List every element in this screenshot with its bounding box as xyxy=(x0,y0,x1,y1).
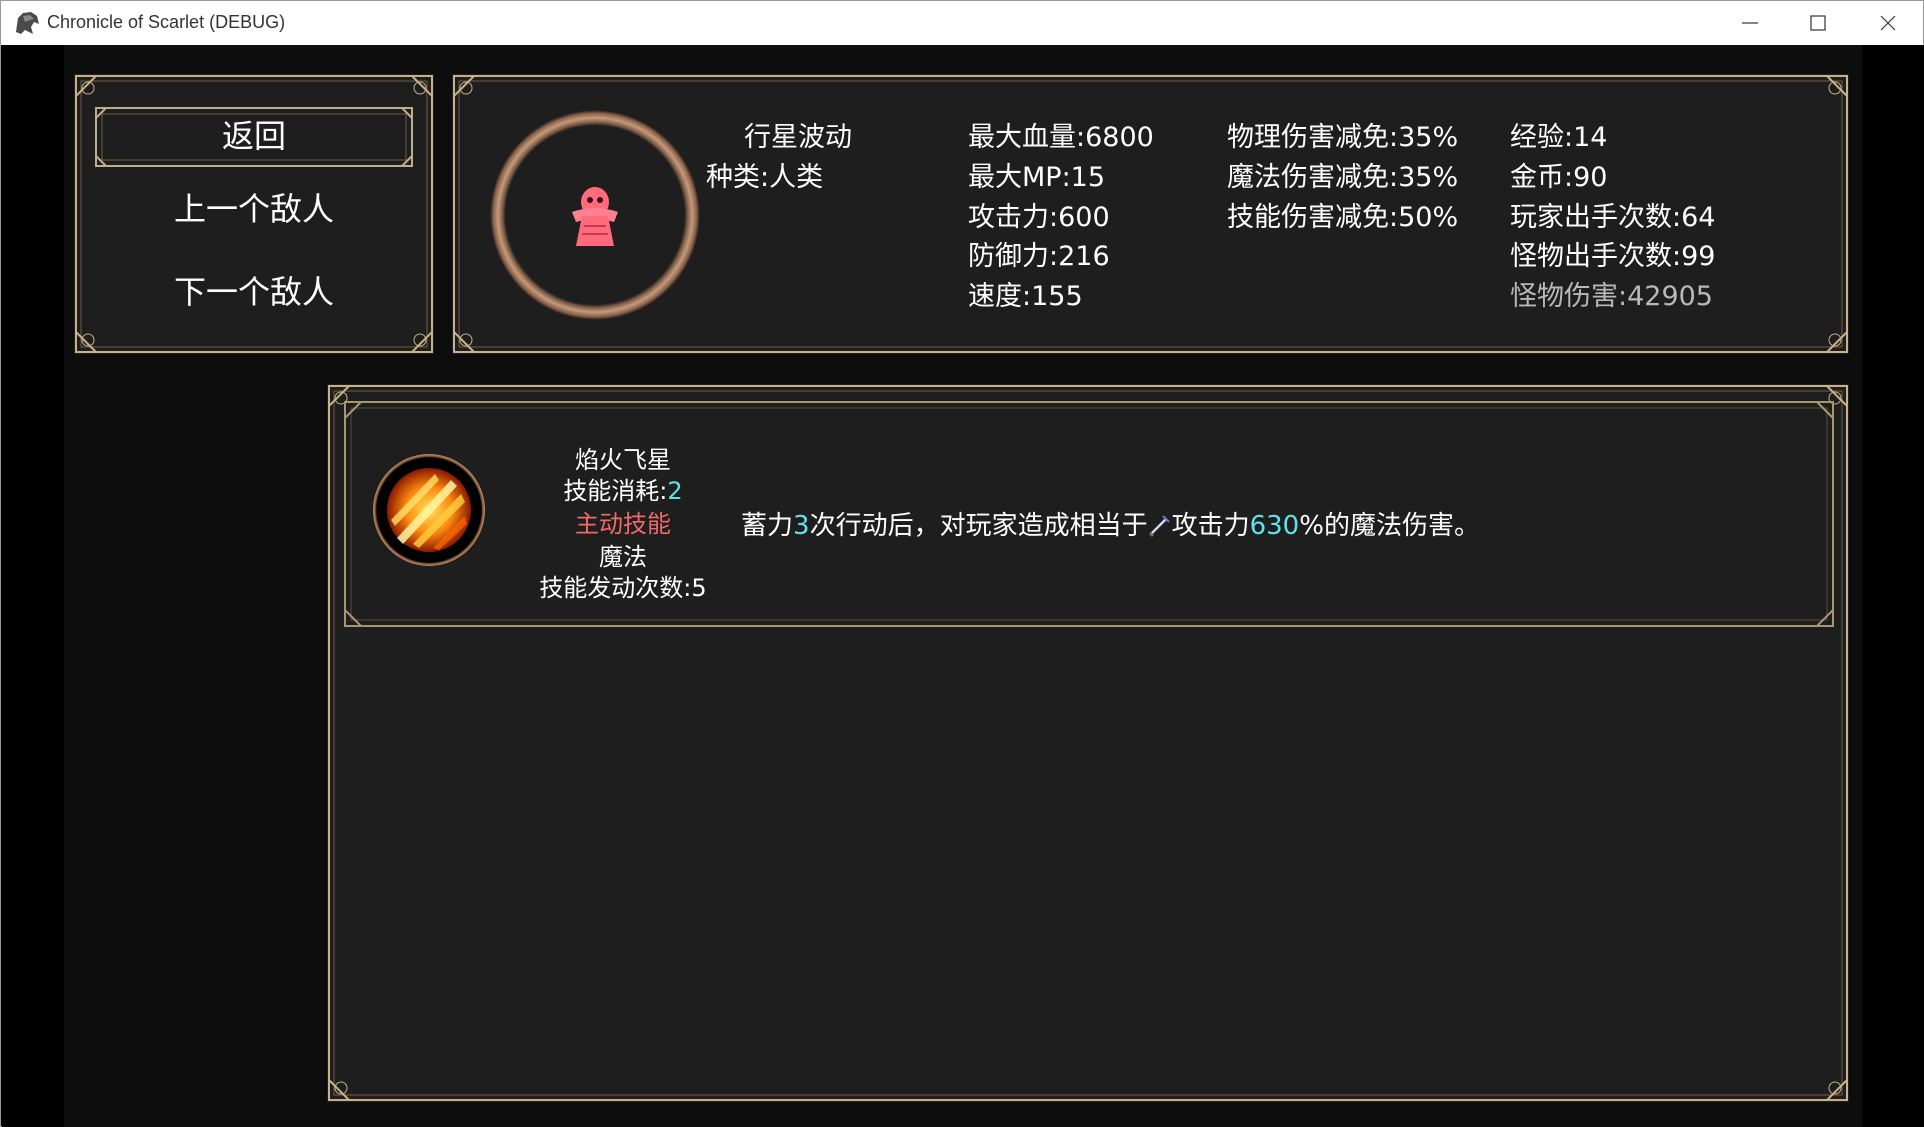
window-title: Chronicle of Scarlet (DEBUG) xyxy=(47,12,286,32)
desc-post: %的魔法伤害。 xyxy=(1299,511,1480,541)
stat-gold: 金币:90 xyxy=(1510,162,1608,193)
stat-max-mp: 最大MP:15 xyxy=(968,162,1106,193)
desc-mid: 次行动后，对玩家造成相当于 xyxy=(809,511,1148,541)
close-button[interactable] xyxy=(1853,1,1923,45)
desc-pre: 蓄力 xyxy=(741,511,794,541)
stat-exp: 经验:14 xyxy=(1510,122,1608,153)
skill-trigger-count: 技能发动次数:5 xyxy=(539,574,707,602)
stat-physical-reduction: 物理伤害减免:35% xyxy=(1227,122,1459,153)
stat-monster-turns: 怪物出手次数:99 xyxy=(1510,241,1716,272)
skill-cost: 技能消耗:2 xyxy=(493,475,753,507)
desc-charge: 3 xyxy=(793,511,810,541)
skill-element: 魔法 xyxy=(599,543,647,571)
desc-percent: 630 xyxy=(1249,511,1300,541)
skill-cost-value: 2 xyxy=(667,477,683,505)
game-window: Chronicle of Scarlet (DEBUG) 返回 上一个敌人 下一… xyxy=(0,0,1924,1127)
app-icon xyxy=(16,12,39,34)
skill-kind: 主动技能 xyxy=(575,510,671,538)
stat-player-turns: 玩家出手次数:64 xyxy=(1510,202,1716,233)
minimize-icon xyxy=(1742,22,1758,24)
minimize-button[interactable] xyxy=(1715,1,1785,45)
enemy-info-panel: 行星波动 种类:人类 最大血量:6800 最大MP:15 攻击力:600 防御力… xyxy=(452,74,1849,354)
next-enemy-button[interactable]: 下一个敌人 xyxy=(74,272,434,312)
sword-icon xyxy=(1148,515,1170,538)
stat-defense: 防御力:216 xyxy=(968,241,1110,272)
return-button[interactable]: 返回 xyxy=(74,107,434,165)
game-canvas: 返回 上一个敌人 下一个敌人 行星波动 种类:人类 最大血量:6800 最大MP… xyxy=(2,45,1924,1127)
menu-panel: 返回 上一个敌人 下一个敌人 xyxy=(74,74,434,354)
skills-panel: 焰火飞星 技能消耗:2 主动技能 魔法 技能发动次数:5 蓄力3次行动后，对玩家… xyxy=(327,384,1849,1102)
skill-entry: 焰火飞星 技能消耗:2 主动技能 魔法 技能发动次数:5 蓄力3次行动后，对玩家… xyxy=(341,398,1837,630)
prev-enemy-button[interactable]: 上一个敌人 xyxy=(74,189,434,229)
enemy-name: 行星波动 xyxy=(744,122,852,153)
maximize-icon xyxy=(1810,15,1826,31)
desc-stat: 攻击力 xyxy=(1171,511,1250,541)
stat-max-hp: 最大血量:6800 xyxy=(968,122,1154,153)
skill-description: 蓄力3次行动后，对玩家造成相当于 攻击力630%的魔法伤害。 xyxy=(741,505,1480,542)
stat-magic-reduction: 魔法伤害减免:35% xyxy=(1227,162,1459,193)
title-bar: Chronicle of Scarlet (DEBUG) xyxy=(1,1,1923,45)
enemy-type: 种类:人类 xyxy=(706,162,824,193)
stat-skill-reduction: 技能伤害减免:50% xyxy=(1227,202,1459,233)
skill-name: 焰火飞星 xyxy=(575,446,671,474)
stat-speed: 速度:155 xyxy=(968,281,1083,312)
skill-cost-label: 技能消耗: xyxy=(563,477,668,505)
stat-monster-damage: 怪物伤害:42905 xyxy=(1510,281,1713,312)
bestiary-screen: 返回 上一个敌人 下一个敌人 行星波动 种类:人类 最大血量:6800 最大MP… xyxy=(64,45,1862,1127)
red-ghost-sprite-icon xyxy=(572,187,618,246)
stat-attack: 攻击力:600 xyxy=(968,202,1110,233)
fire-streak-icon xyxy=(373,454,485,566)
maximize-button[interactable] xyxy=(1783,1,1853,45)
close-icon xyxy=(1880,15,1896,31)
